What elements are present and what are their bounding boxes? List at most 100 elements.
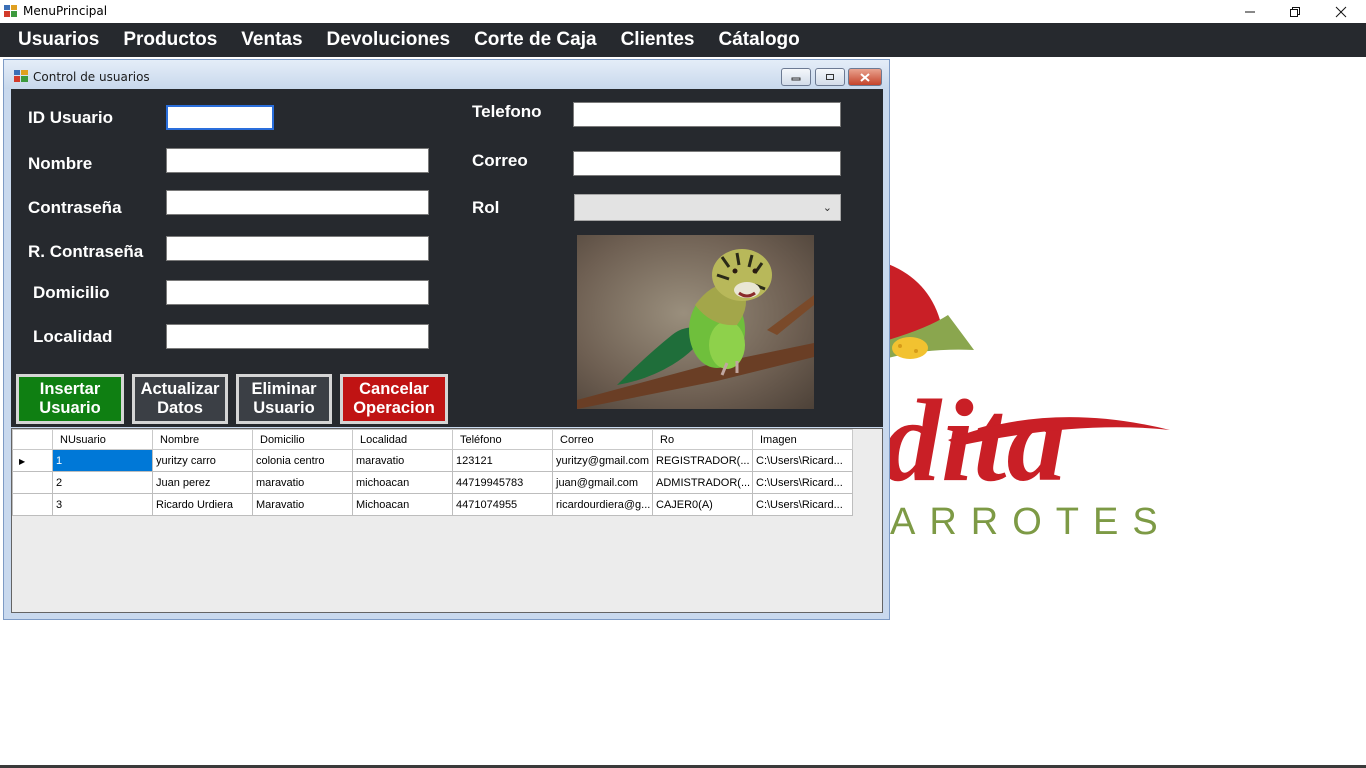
password-field[interactable] <box>166 190 429 215</box>
users-grid[interactable]: NUsuario Nombre Domicilio Localidad Telé… <box>11 428 883 613</box>
column-header-correo[interactable]: Correo <box>552 429 653 450</box>
minimize-button[interactable] <box>1227 0 1273 23</box>
table-cell[interactable]: yuritzy@gmail.com <box>552 449 653 472</box>
table-cell[interactable]: CAJER0(A) <box>652 493 753 516</box>
label-nombre: Nombre <box>28 154 93 173</box>
repeat-password-field[interactable] <box>166 236 429 261</box>
telefono-field[interactable] <box>573 102 841 127</box>
row-header[interactable] <box>12 493 53 516</box>
label-domicilio: Domicilio <box>33 283 110 302</box>
minimize-icon <box>791 77 801 81</box>
table-cell[interactable]: Ricardo Urdiera <box>152 493 253 516</box>
label-contrasena: Contraseña <box>28 198 122 217</box>
table-cell[interactable]: juan@gmail.com <box>552 471 653 494</box>
cancel-operation-button[interactable]: Cancelar Operacion <box>340 374 448 424</box>
correo-field[interactable] <box>573 151 841 176</box>
update-line1: Actualizar <box>140 380 220 398</box>
table-row[interactable]: 2 Juan perez maravatio michoacan 4471994… <box>12 471 853 494</box>
restore-icon <box>1290 6 1300 17</box>
table-cell[interactable]: 3 <box>52 493 153 516</box>
column-header-localidad[interactable]: Localidad <box>352 429 453 450</box>
menu-clientes[interactable]: Clientes <box>609 29 707 51</box>
table-cell[interactable]: michoacan <box>352 471 453 494</box>
child-restore-button[interactable] <box>815 68 845 86</box>
app-icon <box>4 5 17 17</box>
cancel-line2: Operacion <box>353 399 435 417</box>
update-line2: Datos <box>157 399 203 417</box>
column-header-domicilio[interactable]: Domicilio <box>252 429 353 450</box>
table-header-row: NUsuario Nombre Domicilio Localidad Telé… <box>12 429 853 450</box>
table-cell[interactable]: 1 <box>52 449 153 472</box>
label-repeat-password: R. Contraseña <box>28 242 144 261</box>
row-header[interactable] <box>12 471 53 494</box>
child-titlebar: Control de usuarios <box>4 60 889 89</box>
row-header-corner <box>12 429 53 450</box>
table-cell[interactable]: C:\Users\Ricard... <box>752 471 853 494</box>
menu-productos[interactable]: Productos <box>111 29 229 51</box>
table-cell[interactable]: Maravatio <box>252 493 353 516</box>
rol-select[interactable]: ⌄ <box>574 194 841 221</box>
main-menu: Usuarios Productos Ventas Devoluciones C… <box>0 23 1366 57</box>
user-control-window: Control de usuarios ID Usuario Nombre Co… <box>3 59 890 620</box>
child-minimize-button[interactable] <box>781 68 811 86</box>
close-button[interactable] <box>1318 0 1364 23</box>
table-cell[interactable]: Michoacan <box>352 493 453 516</box>
form-icon <box>14 70 28 82</box>
child-close-button[interactable] <box>848 68 882 86</box>
table-cell[interactable]: 4471074955 <box>452 493 553 516</box>
menu-devoluciones[interactable]: Devoluciones <box>315 29 463 51</box>
restore-icon <box>826 74 834 80</box>
table-cell[interactable]: ricardourdiera@g... <box>552 493 653 516</box>
table-cell[interactable]: 44719945783 <box>452 471 553 494</box>
label-id-usuario: ID Usuario <box>28 108 114 127</box>
delete-line1: Eliminar <box>251 380 317 398</box>
user-photo <box>577 235 814 409</box>
table-cell[interactable]: 2 <box>52 471 153 494</box>
table-cell[interactable]: colonia centro <box>252 449 353 472</box>
label-localidad: Localidad <box>33 327 113 346</box>
table-cell[interactable]: Juan perez <box>152 471 253 494</box>
menu-usuarios[interactable]: Usuarios <box>6 29 111 51</box>
close-icon <box>1335 6 1347 17</box>
window-titlebar: MenuPrincipal <box>0 0 1366 23</box>
menu-ventas[interactable]: Ventas <box>229 29 314 51</box>
label-telefono: Telefono <box>472 102 542 121</box>
table-row[interactable]: 3 Ricardo Urdiera Maravatio Michoacan 44… <box>12 493 853 516</box>
column-header-telefono[interactable]: Teléfono <box>452 429 553 450</box>
table-cell[interactable]: maravatio <box>252 471 353 494</box>
cancel-line1: Cancelar <box>359 380 429 398</box>
table-cell[interactable]: REGISTRADOR(... <box>652 449 753 472</box>
users-table: NUsuario Nombre Domicilio Localidad Telé… <box>12 429 853 516</box>
current-row-marker: ▶ <box>19 456 26 466</box>
child-title: Control de usuarios <box>33 70 150 84</box>
insert-line2: Usuario <box>39 399 101 417</box>
logo-sub-text: ARROTES <box>890 501 1172 543</box>
table-cell[interactable]: ADMISTRADOR(... <box>652 471 753 494</box>
background-logo: dita ARROTES <box>888 230 1228 560</box>
column-header-nusuario[interactable]: NUsuario <box>52 429 153 450</box>
insert-user-button[interactable]: Insertar Usuario <box>16 374 124 424</box>
menu-corte-de-caja[interactable]: Corte de Caja <box>462 29 608 51</box>
localidad-field[interactable] <box>166 324 429 349</box>
column-header-imagen[interactable]: Imagen <box>752 429 853 450</box>
insert-line1: Insertar <box>39 380 101 398</box>
table-cell[interactable]: 123121 <box>452 449 553 472</box>
restore-button[interactable] <box>1272 0 1318 23</box>
delete-user-button[interactable]: Eliminar Usuario <box>236 374 332 424</box>
delete-line2: Usuario <box>253 399 315 417</box>
column-header-nombre[interactable]: Nombre <box>152 429 253 450</box>
row-header[interactable]: ▶ <box>12 449 53 472</box>
table-cell[interactable]: C:\Users\Ricard... <box>752 449 853 472</box>
id-usuario-field[interactable] <box>166 105 274 130</box>
table-row[interactable]: ▶ 1 yuritzy carro colonia centro maravat… <box>12 449 853 472</box>
minimize-icon <box>1245 11 1255 12</box>
table-cell[interactable]: maravatio <box>352 449 453 472</box>
table-cell[interactable]: yuritzy carro <box>152 449 253 472</box>
column-header-rol[interactable]: Ro <box>652 429 753 450</box>
nombre-field[interactable] <box>166 148 429 173</box>
domicilio-field[interactable] <box>166 280 429 305</box>
user-form-panel: ID Usuario Nombre Contraseña R. Contrase… <box>11 89 883 427</box>
table-cell[interactable]: C:\Users\Ricard... <box>752 493 853 516</box>
update-data-button[interactable]: Actualizar Datos <box>132 374 228 424</box>
menu-catalogo[interactable]: Cátalogo <box>706 29 811 51</box>
